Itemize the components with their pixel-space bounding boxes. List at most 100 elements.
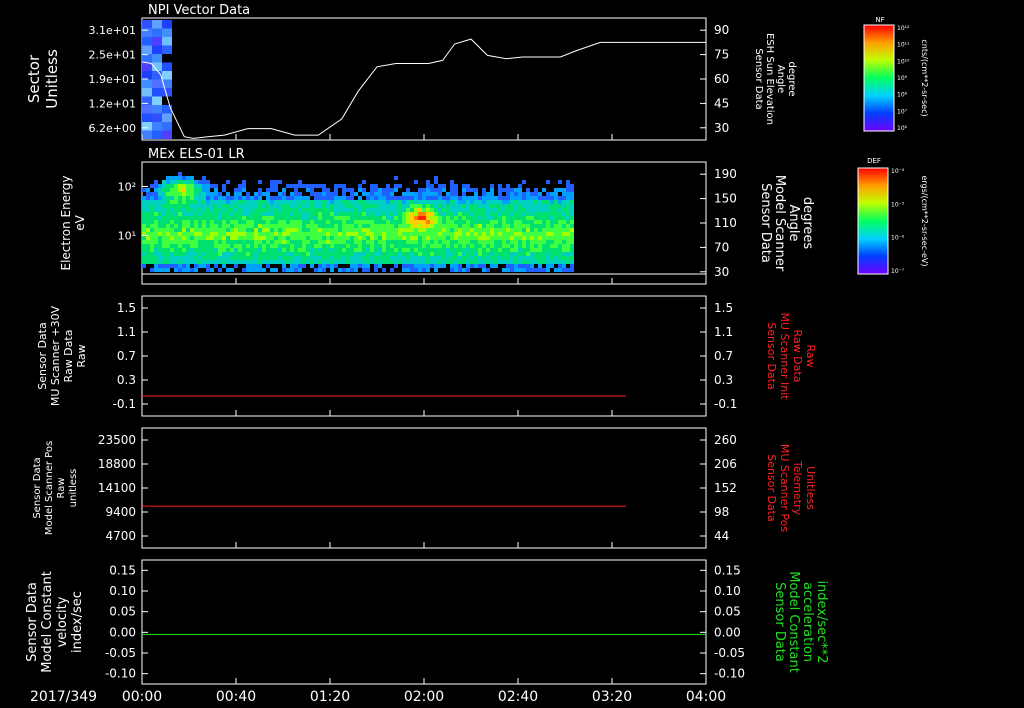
els-heat-cell — [198, 216, 202, 220]
npi-heat-cell — [142, 54, 152, 63]
els-heat-cell — [418, 188, 422, 192]
els-heat-cell — [466, 216, 470, 220]
els-heat-cell — [398, 208, 402, 212]
els-heat-cell — [462, 244, 466, 248]
els-heat-cell — [562, 260, 566, 264]
els-heat-cell — [366, 236, 370, 240]
els-heat-cell — [290, 192, 294, 196]
els-heat-cell — [226, 252, 230, 256]
els-heat-cell — [470, 204, 474, 208]
els-heat-cell — [154, 224, 158, 228]
els-heat-cell — [546, 204, 550, 208]
els-heat-cell — [550, 228, 554, 232]
els-heat-cell — [222, 188, 226, 192]
els-heat-cell — [438, 256, 442, 260]
els-heat-cell — [382, 240, 386, 244]
els-heat-cell — [174, 260, 178, 264]
els-heat-cell — [314, 196, 318, 200]
els-heat-cell — [322, 192, 326, 196]
els-heat-cell — [418, 228, 422, 232]
els-heat-cell — [286, 236, 290, 240]
els-heat-cell — [242, 204, 246, 208]
els-heat-cell — [246, 256, 250, 260]
els-heat-cell — [414, 268, 418, 272]
els-heat-cell — [202, 256, 206, 260]
els-heat-cell — [502, 188, 506, 192]
els-heat-cell — [358, 224, 362, 228]
els-heat-cell — [226, 240, 230, 244]
els-heat-cell — [178, 224, 182, 228]
els-heat-cell — [282, 264, 286, 268]
els-heat-cell — [498, 212, 502, 216]
els-heat-cell — [322, 224, 326, 228]
els-heat-cell — [434, 236, 438, 240]
els-heat-cell — [510, 208, 514, 212]
els-heat-cell — [246, 244, 250, 248]
els-heat-cell — [282, 244, 286, 248]
els-heat-cell — [438, 196, 442, 200]
els-heat-cell — [446, 208, 450, 212]
els-heat-cell — [502, 252, 506, 256]
els-heat-cell — [266, 208, 270, 212]
tick-label: 10² — [118, 181, 136, 194]
els-heat-cell — [158, 252, 162, 256]
els-heat-cell — [470, 232, 474, 236]
tick-label: 260 — [714, 433, 737, 447]
els-heat-cell — [514, 232, 518, 236]
els-heat-cell — [438, 244, 442, 248]
els-heat-cell — [470, 196, 474, 200]
els-heat-cell — [162, 260, 166, 264]
npi-right-label-1[interactable]: Sensor Data — [753, 48, 764, 109]
els-heat-cell — [186, 224, 190, 228]
els-heat-cell — [234, 244, 238, 248]
els-heat-cell — [298, 196, 302, 200]
els-heat-cell — [230, 208, 234, 212]
els-heat-cell — [142, 252, 146, 256]
els-heat-cell — [538, 264, 542, 268]
els-heat-cell — [466, 256, 470, 260]
els-heat-cell — [466, 260, 470, 264]
els-heat-cell — [342, 260, 346, 264]
els-heat-cell — [178, 260, 182, 264]
els-heat-cell — [434, 180, 438, 184]
els-heat-cell — [554, 224, 558, 228]
els-heat-cell — [554, 196, 558, 200]
els-heat-cell — [218, 208, 222, 212]
npi-heat-cell — [142, 45, 152, 54]
els-heat-cell — [318, 208, 322, 212]
els-heat-cell — [430, 212, 434, 216]
els-heat-cell — [262, 228, 266, 232]
els-heat-cell — [174, 196, 178, 200]
els-heat-cell — [338, 212, 342, 216]
els-heat-cell — [522, 252, 526, 256]
els-heat-cell — [214, 188, 218, 192]
p5-left-label-3: velocity — [55, 596, 70, 647]
els-heat-cell — [278, 196, 282, 200]
els-heat-cell — [242, 244, 246, 248]
els-heat-cell — [258, 200, 262, 204]
els-heat-cell — [502, 208, 506, 212]
els-heat-cell — [150, 260, 154, 264]
els-heat-cell — [450, 228, 454, 232]
els-heat-cell — [242, 256, 246, 260]
els-heat-cell — [190, 196, 194, 200]
els-heat-cell — [406, 232, 410, 236]
els-heat-cell — [190, 236, 194, 240]
els-heat-cell — [290, 200, 294, 204]
els-heat-cell — [282, 208, 286, 212]
els-heat-cell — [334, 236, 338, 240]
els-heat-cell — [182, 248, 186, 252]
els-heat-cell — [386, 188, 390, 192]
els-heat-cell — [226, 256, 230, 260]
els-heat-cell — [474, 200, 478, 204]
els-heat-cell — [322, 256, 326, 260]
els-heat-cell — [546, 232, 550, 236]
els-heat-cell — [458, 268, 462, 272]
els-heat-cell — [514, 208, 518, 212]
els-heat-cell — [522, 268, 526, 272]
els-heat-cell — [294, 208, 298, 212]
els-heat-cell — [306, 228, 310, 232]
els-heat-cell — [346, 204, 350, 208]
els-heat-cell — [322, 268, 326, 272]
els-heat-cell — [518, 204, 522, 208]
